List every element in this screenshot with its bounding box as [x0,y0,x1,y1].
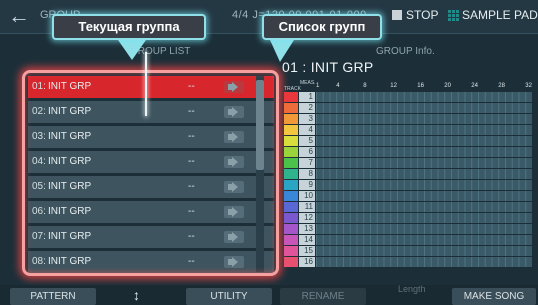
track-measure-cells[interactable] [316,103,532,113]
track-measure-cells[interactable] [316,158,532,168]
track-measure-cells[interactable] [316,257,532,267]
track-number: 6 [299,147,315,157]
measure-number: 28 [498,83,505,89]
track-measure-cells[interactable] [316,224,532,234]
track-row[interactable]: 12 [284,213,532,224]
track-color-swatch [284,224,298,234]
measure-number: 1 [316,83,320,89]
track-color-swatch [284,246,298,256]
track-number: 8 [299,169,315,179]
track-row[interactable]: 1 [284,92,532,103]
track-measure-cells[interactable] [316,114,532,124]
track-row[interactable]: 3 [284,114,532,125]
track-number: 4 [299,125,315,135]
track-number: 16 [299,257,315,267]
track-number: 9 [299,180,315,190]
group-screen: ← GROUP 4/4 J=120.00 001-01-000 STOP SAM… [0,0,538,305]
track-row[interactable]: 14 [284,235,532,246]
track-row[interactable]: 7 [284,158,532,169]
pattern-button[interactable]: PATTERN [10,288,96,305]
track-number: 5 [299,136,315,146]
rename-button[interactable]: RENAME [280,288,366,305]
callout-line-current [145,52,147,116]
track-color-swatch [284,191,298,201]
length-label: Length [398,284,426,294]
track-number: 13 [299,224,315,234]
track-number: 11 [299,202,315,212]
callout-group-list: Список групп [262,14,382,40]
callout-pointer-current [118,40,146,60]
track-row[interactable]: 16 [284,257,532,268]
track-measure-cells[interactable] [316,202,532,212]
track-color-swatch [284,92,298,102]
track-color-swatch [284,169,298,179]
track-color-swatch [284,180,298,190]
track-measure-grid: MEAS. TRACK 1 4 8 12 16 20 24 28 32 1 2 3 4 5 6 7 8 9 10 11… [284,80,532,273]
track-color-swatch [284,235,298,245]
up-down-arrow-icon[interactable]: ↕ [133,287,140,303]
track-row[interactable]: 11 [284,202,532,213]
track-row[interactable]: 15 [284,246,532,257]
track-row[interactable]: 10 [284,191,532,202]
track-measure-cells[interactable] [316,180,532,190]
track-measure-cells[interactable] [316,92,532,102]
measure-number: 8 [363,83,367,89]
bottom-bar: PATTERN UTILITY RENAME MAKE SONG [0,285,538,305]
track-measure-cells[interactable] [316,246,532,256]
back-arrow-icon[interactable]: ← [4,5,34,28]
callout-current-group: Текущая группа [52,14,206,40]
group-info-title: 01 : INIT GRP [282,59,374,75]
track-row[interactable]: 8 [284,169,532,180]
measure-number: 4 [336,83,340,89]
track-measure-cells[interactable] [316,235,532,245]
track-color-swatch [284,213,298,223]
utility-button[interactable]: UTILITY [186,288,272,305]
track-color-swatch [284,202,298,212]
measure-number: 12 [390,83,397,89]
track-number: 7 [299,158,315,168]
track-color-swatch [284,257,298,267]
track-number: 2 [299,103,315,113]
track-color-swatch [284,103,298,113]
track-measure-cells[interactable] [316,136,532,146]
group-info-header: GROUP Info. [376,46,435,57]
sample-pad-label[interactable]: SAMPLE PAD [462,8,538,22]
track-number: 15 [299,246,315,256]
track-measure-cells[interactable] [316,125,532,135]
measure-number: 24 [471,83,478,89]
meas-label: MEAS. [300,80,316,86]
stop-icon[interactable] [392,10,402,20]
stop-label[interactable]: STOP [406,8,438,22]
track-row[interactable]: 9 [284,180,532,191]
track-color-swatch [284,147,298,157]
track-color-swatch [284,125,298,135]
track-color-swatch [284,136,298,146]
sample-pad-icon[interactable] [448,10,460,21]
track-measure-cells[interactable] [316,147,532,157]
track-color-swatch [284,114,298,124]
track-color-swatch [284,158,298,168]
measure-number: 16 [417,83,424,89]
measure-number: 32 [525,83,532,89]
track-row[interactable]: 5 [284,136,532,147]
callout-pointer-list [270,40,294,62]
track-number: 10 [299,191,315,201]
track-row[interactable]: 6 [284,147,532,158]
measure-number: 20 [444,83,451,89]
track-number: 14 [299,235,315,245]
group-list-highlight [22,70,279,276]
track-number: 3 [299,114,315,124]
track-measure-cells[interactable] [316,213,532,223]
make-song-button[interactable]: MAKE SONG [452,288,536,305]
track-measure-cells[interactable] [316,191,532,201]
track-row[interactable]: 2 [284,103,532,114]
track-number: 1 [299,92,315,102]
track-row[interactable]: 4 [284,125,532,136]
track-number: 12 [299,213,315,223]
track-measure-cells[interactable] [316,169,532,179]
track-row[interactable]: 13 [284,224,532,235]
